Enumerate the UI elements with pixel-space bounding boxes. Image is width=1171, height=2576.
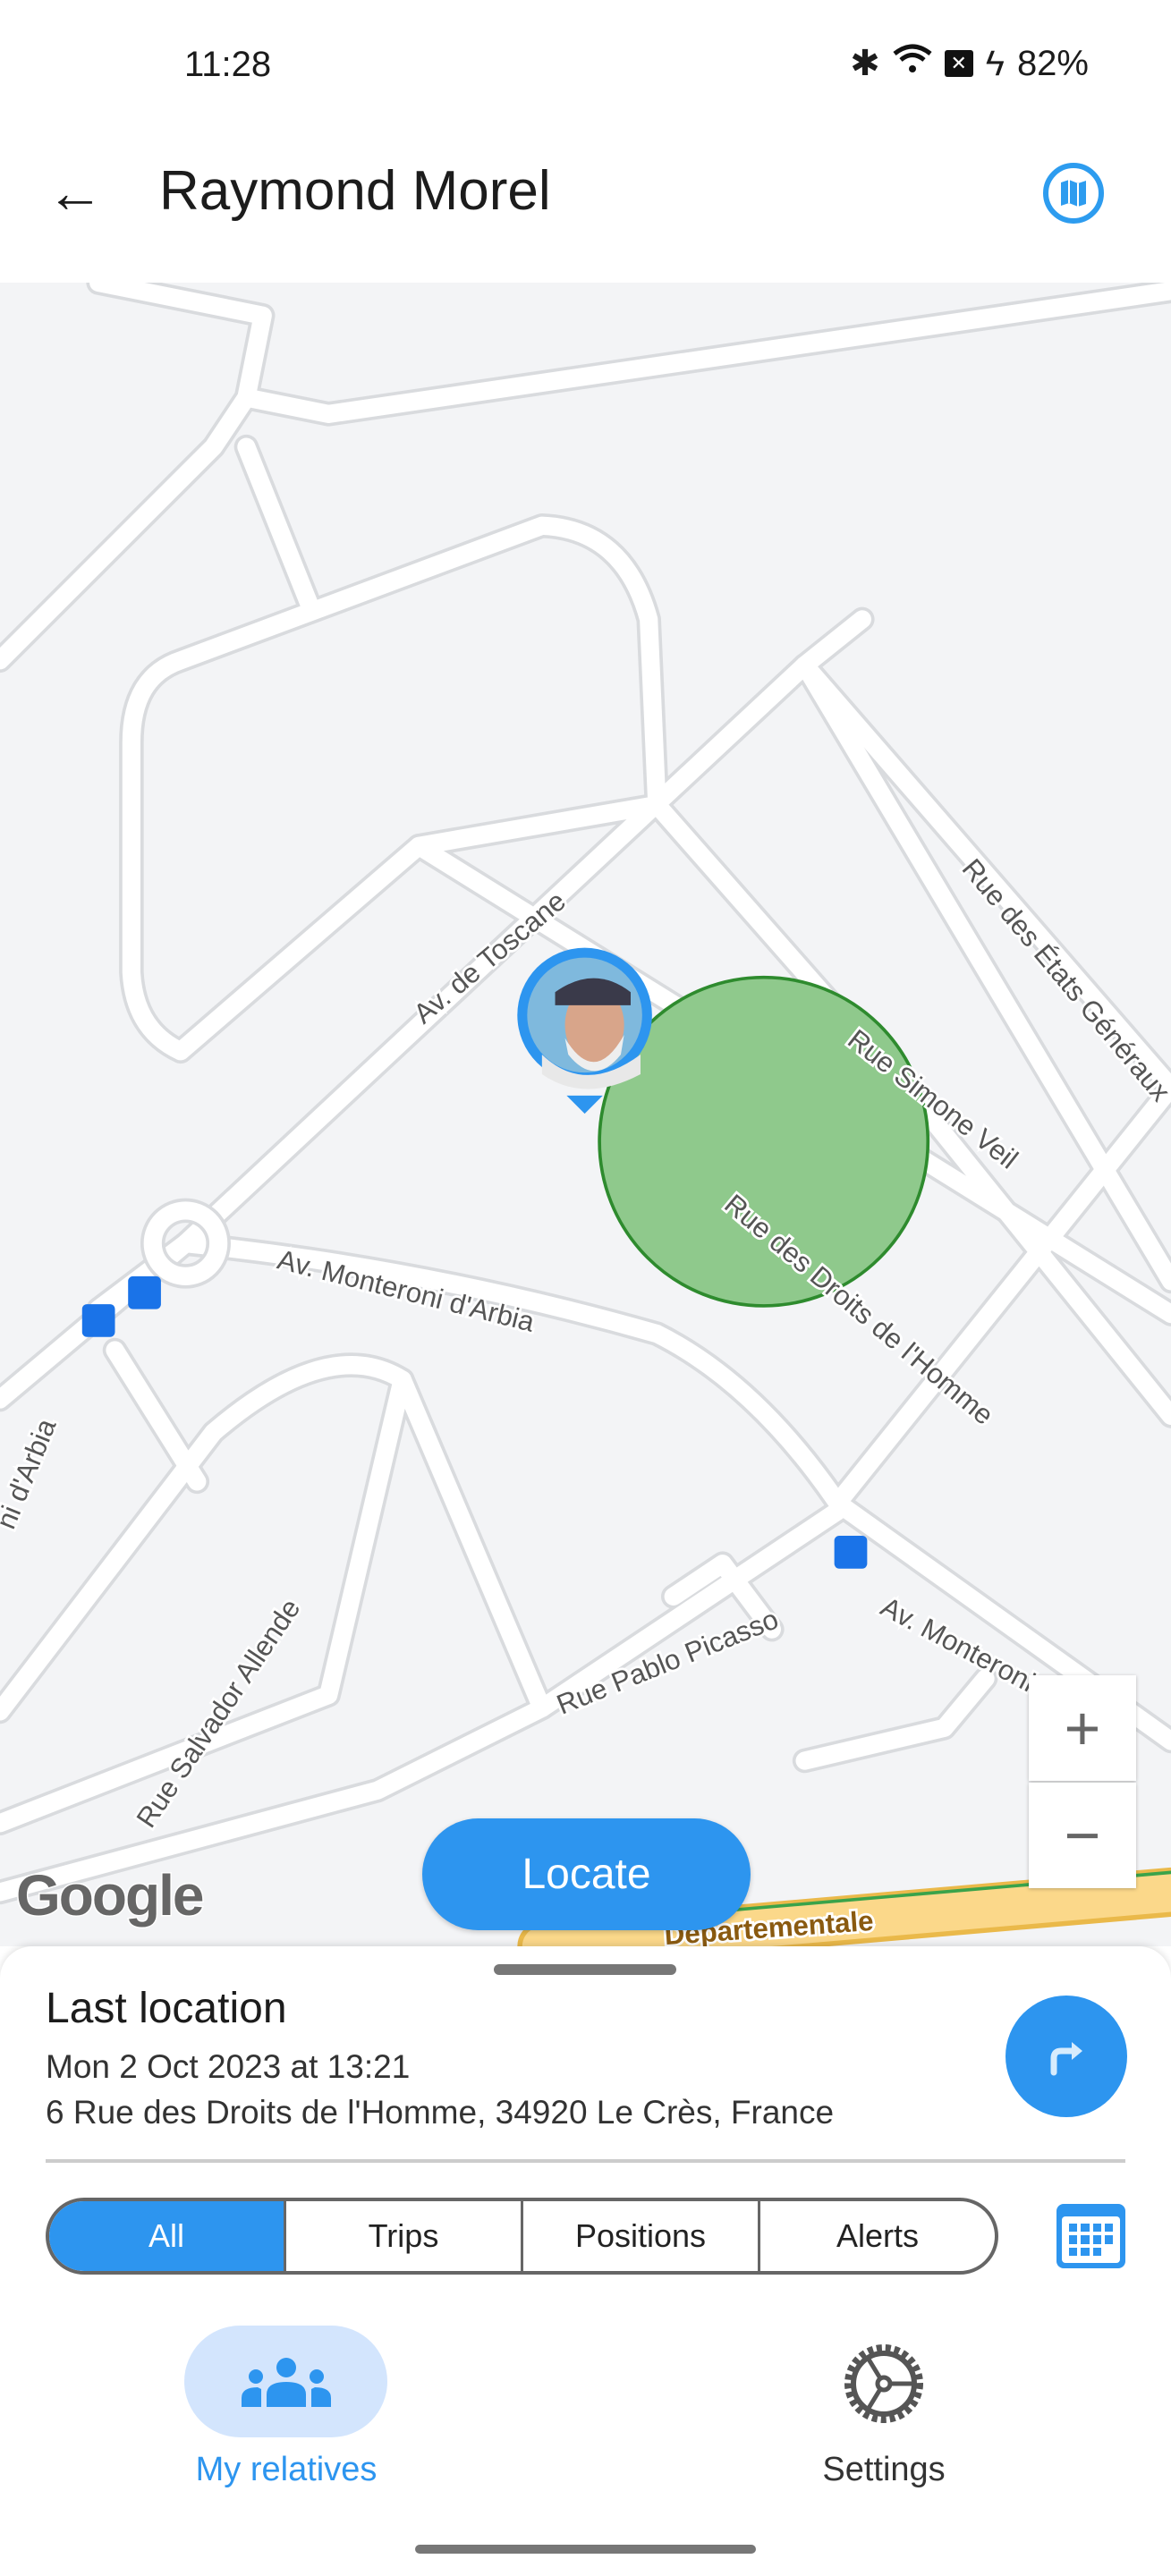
last-location-date: Mon 2 Oct 2023 at 13:21 — [46, 2048, 411, 2085]
nav-settings-label[interactable]: Settings — [750, 2451, 1018, 2489]
arrow-left-icon[interactable]: ← — [47, 161, 118, 224]
map-view[interactable]: Av. de Toscane Rue Simone Veil Rue des D… — [0, 283, 1171, 1946]
charging-icon: ϟ — [985, 43, 1005, 83]
home-indicator[interactable] — [415, 2545, 756, 2554]
status-time: 11:28 — [184, 45, 272, 84]
last-location-address: 6 Rue des Droits de l'Homme, 34920 Le Cr… — [46, 2094, 835, 2131]
filter-positions[interactable]: Positions — [521, 2201, 758, 2271]
page-title: Raymond Morel — [159, 160, 551, 222]
street-label: ni d'Arbia — [0, 1414, 63, 1533]
nav-my-relatives[interactable] — [184, 2326, 387, 2437]
turn-right-icon — [1050, 2042, 1082, 2076]
last-location-title: Last location — [46, 1985, 287, 2032]
wifi-icon — [893, 43, 932, 84]
bluetooth-icon: ✱ — [850, 44, 880, 83]
drag-handle[interactable] — [494, 1964, 676, 1975]
map-icon[interactable] — [1043, 163, 1104, 224]
directions-button[interactable] — [1006, 1996, 1127, 2117]
google-logo: Google — [14, 1862, 205, 1929]
locate-button[interactable]: Locate — [422, 1818, 751, 1930]
group-icon — [241, 2357, 331, 2407]
calendar-icon[interactable] — [1056, 2204, 1125, 2268]
zoom-in-button[interactable]: + — [1029, 1675, 1136, 1781]
filter-trips[interactable]: Trips — [284, 2201, 521, 2271]
filter-segmented-control: All Trips Positions Alerts — [46, 2198, 998, 2275]
filter-alerts[interactable]: Alerts — [758, 2201, 995, 2271]
divider — [46, 2159, 1125, 2163]
sim-off-icon: ✕ — [944, 50, 973, 77]
settings-gear-icon[interactable] — [839, 2334, 929, 2433]
nav-my-relatives-label[interactable]: My relatives — [134, 2451, 438, 2489]
battery-percent: 82% — [1016, 43, 1089, 83]
filter-all[interactable]: All — [49, 2201, 284, 2271]
zoom-out-button[interactable]: − — [1029, 1783, 1136, 1888]
status-icons: ✱ ✕ ϟ 82% — [850, 43, 1089, 84]
